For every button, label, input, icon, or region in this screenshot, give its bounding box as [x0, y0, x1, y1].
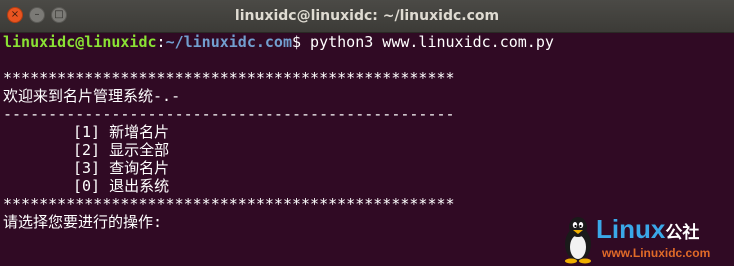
window-title: linuxidc@linuxidc: ~/linuxidc.com	[234, 8, 500, 24]
menu-item-search: [3] 查询名片	[73, 159, 170, 177]
tux-penguin-icon	[565, 217, 591, 264]
watermark-brand-cn: 公社	[665, 223, 700, 242]
watermark-url: www.Linuxidc.com	[602, 246, 711, 260]
prompt-path: ~/linuxidc.com	[165, 33, 292, 51]
stars-separator-top: ****************************************…	[3, 69, 455, 87]
command-line: linuxidc@linuxidc:~/linuxidc.com$ python…	[3, 33, 734, 51]
menu-item-show-all: [2] 显示全部	[73, 141, 170, 159]
watermark-brand-latin: Linux	[596, 214, 666, 244]
dashes-separator: ----------------------------------------…	[3, 105, 455, 123]
watermark-brand: Linux公社	[596, 214, 699, 248]
title-bar[interactable]: × – □ linuxidc@linuxidc: ~/linuxidc.com	[0, 0, 734, 33]
watermark-logo: Linux公社 www.Linuxidc.com	[560, 214, 730, 264]
menu-item-add: [1] 新增名片	[73, 123, 170, 141]
menu-item-exit: [0] 退出系统	[73, 177, 170, 195]
command-text: python3 www.linuxidc.com.py	[301, 33, 554, 51]
prompt-colon: :	[156, 33, 166, 51]
welcome-text: 欢迎来到名片管理系统-.-	[3, 87, 181, 105]
stars-separator-bottom: ****************************************…	[3, 195, 455, 213]
prompt-symbol: $	[292, 33, 302, 51]
prompt-user: linuxidc@linuxidc	[3, 33, 157, 51]
terminal-window: × – □ linuxidc@linuxidc: ~/linuxidc.com …	[0, 0, 734, 266]
